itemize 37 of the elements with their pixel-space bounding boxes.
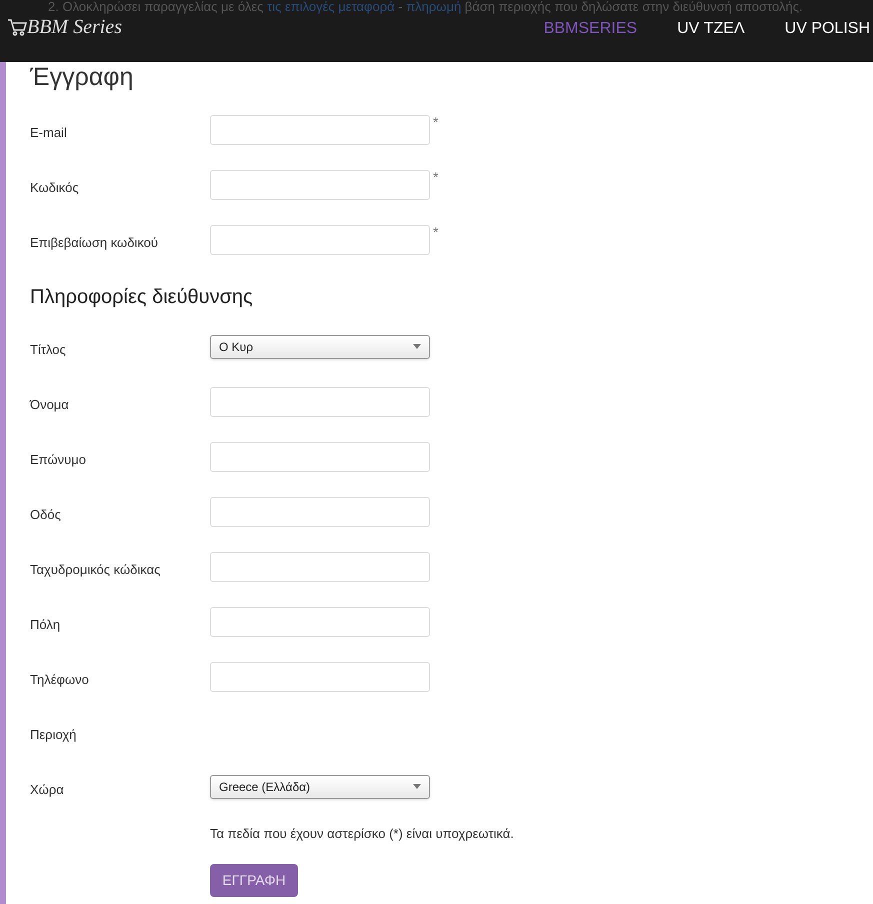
nav-link[interactable]: UV POLISH: [784, 17, 870, 41]
field-label: Τηλέφωνο: [30, 670, 90, 689]
section-heading: Έγγραφη: [30, 62, 134, 92]
field-label: Τίτλος: [30, 340, 67, 359]
field-label: Όνομα: [30, 396, 70, 414]
nav-link[interactable]: UV ΤΖΕΛ: [677, 17, 745, 41]
caret-icon: [413, 784, 421, 789]
field-label: Επώνυμο: [30, 450, 87, 469]
input-field[interactable]: [210, 170, 430, 200]
field-label: Χώρα: [30, 780, 65, 799]
required-marker: *: [433, 223, 438, 242]
section-heading: Πληροφορίες διεύθυνσης: [30, 285, 254, 310]
input-field[interactable]: [210, 224, 430, 254]
field-label: Κωδικός: [30, 178, 80, 197]
input-field[interactable]: [210, 606, 430, 636]
input-field[interactable]: [210, 114, 430, 144]
field-label: Επιβεβαίωση κωδικού: [30, 234, 159, 252]
notice-text: 2. Ολοκληρώσει παραγγελίας με όλες τις επιλογές μεταφορά - πληρωμή βάση περιοχής που δηλώσατε στην διεύθυνσή αποστολής.: [48, 0, 803, 14]
field-label: E-mail: [30, 124, 68, 142]
register-button[interactable]: ΕΓΓΡΑΦΗ: [210, 864, 298, 896]
required-note: Τα πεδία που έχουν αστερίσκο (*) είναι υποχρεωτικά.: [210, 825, 515, 843]
field-label: Οδός: [30, 506, 62, 524]
field-label: Πόλη: [30, 616, 62, 634]
site-logo[interactable]: BBM Series: [27, 12, 122, 42]
input-field[interactable]: [210, 662, 430, 692]
required-marker: *: [433, 113, 438, 132]
required-marker: *: [433, 168, 438, 187]
input-field[interactable]: [210, 442, 430, 472]
caret-icon: [413, 344, 421, 349]
dropdown[interactable]: Greece (Ελλάδα): [210, 774, 430, 798]
input-field[interactable]: [210, 386, 430, 416]
cart-icon: [7, 18, 27, 36]
dropdown[interactable]: Ο Κυρ: [210, 334, 430, 358]
input-field[interactable]: [210, 552, 430, 582]
input-field[interactable]: [210, 496, 430, 526]
field-label: Ταχυδρομικός κώδικας: [30, 560, 162, 579]
field-label: Περιοχή: [30, 726, 78, 744]
